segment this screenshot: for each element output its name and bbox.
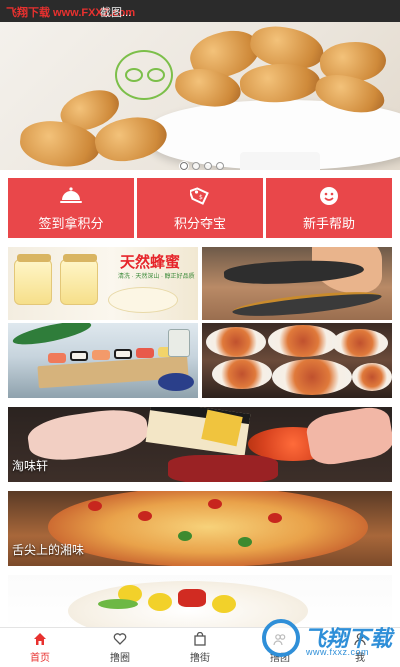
- tile-slippers[interactable]: [202, 247, 392, 320]
- tab-home[interactable]: 首页: [0, 628, 80, 667]
- home-icon: [32, 631, 48, 647]
- teacup-image: [168, 329, 190, 357]
- leaf-image: [11, 323, 93, 350]
- honey-bowl-image: [108, 287, 178, 313]
- tile-banquet[interactable]: [202, 323, 392, 398]
- tab-circle-label: 撸圈: [110, 653, 130, 664]
- points-treasure-button[interactable]: $ 积分夺宝: [137, 178, 263, 238]
- cartoon-sketch-icon: [115, 50, 173, 100]
- newbie-help-label: 新手帮助: [302, 215, 355, 231]
- tile-honey[interactable]: 天然蜂蜜 清洗 · 天然深山 · 醇正好品质: [8, 247, 198, 320]
- tab-street[interactable]: 撸街: [160, 628, 240, 667]
- checkin-points-button[interactable]: 签到拿积分: [8, 178, 134, 238]
- price-tag-icon: $: [189, 185, 211, 207]
- carousel-dot[interactable]: [204, 162, 212, 170]
- watermark-logo-icon: [262, 619, 300, 657]
- slipper-image: [231, 287, 383, 320]
- carousel-indicator: [180, 162, 224, 170]
- tab-home-label: 首页: [30, 653, 50, 664]
- cashew-image: [238, 61, 322, 105]
- tab-street-label: 撸街: [190, 653, 210, 664]
- points-treasure-label: 积分夺宝: [173, 215, 226, 231]
- status-bar: 飞翔下载 www.FXXZ.com 截图...: [0, 0, 400, 22]
- carousel-dot[interactable]: [216, 162, 224, 170]
- tile-sushi[interactable]: [8, 323, 198, 398]
- honey-title: 天然蜂蜜: [120, 253, 181, 271]
- status-bar-text: 截图...: [100, 7, 132, 19]
- carousel-dot[interactable]: [180, 162, 188, 170]
- tab-circle[interactable]: 撸圈: [80, 628, 160, 667]
- watermark-url: www.fxxz.com: [306, 647, 370, 657]
- carousel-dot[interactable]: [192, 162, 200, 170]
- restaurant-name-1: 淘味轩: [12, 459, 49, 473]
- shopping-bag-icon: [192, 631, 208, 647]
- action-bar: 签到拿积分 $ 积分夺宝 新手帮助: [8, 178, 392, 238]
- banner-carousel[interactable]: [0, 22, 400, 170]
- sauce-dish-image: [158, 373, 194, 391]
- honey-subtitle: 清洗 · 天然深山 · 醇正好品质: [118, 274, 195, 280]
- svg-text:$: $: [199, 194, 203, 201]
- honey-jar-image: [14, 254, 52, 305]
- smiley-icon: [318, 185, 340, 207]
- checkin-points-label: 签到拿积分: [38, 215, 104, 231]
- watermark-logo: 飞翔下载 www.fxxz.com: [258, 617, 400, 661]
- cloche-icon: [60, 185, 82, 207]
- restaurant-banner-2[interactable]: 舌尖上的湘味: [8, 491, 392, 566]
- restaurant-banner-1[interactable]: 淘味轩: [8, 407, 392, 482]
- newbie-help-button[interactable]: 新手帮助: [266, 178, 392, 238]
- honey-jar-image: [60, 254, 98, 305]
- heart-icon: [112, 631, 128, 647]
- restaurant-name-2: 舌尖上的湘味: [12, 543, 85, 557]
